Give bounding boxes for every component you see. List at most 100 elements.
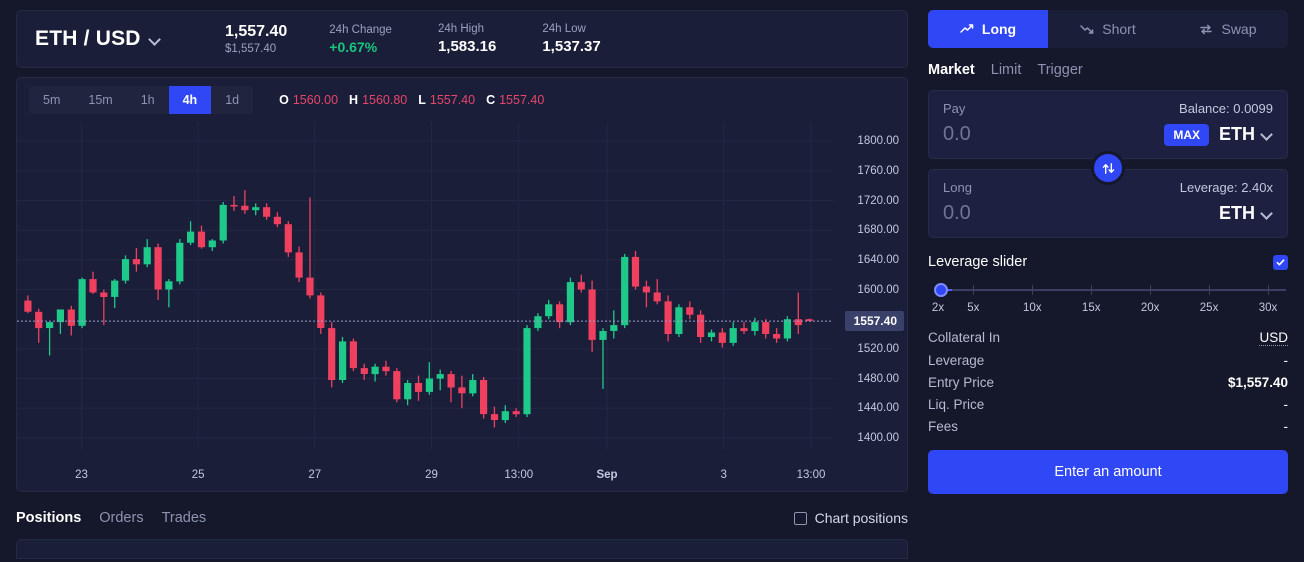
ohlc-readout: O 1560.00 H 1560.80 L 1557.40 C 1557.40 (279, 93, 544, 107)
side-tab-label: Swap (1221, 21, 1256, 37)
slider-tick-label: 20x (1141, 302, 1160, 314)
receive-label: Long (943, 180, 972, 195)
receive-input[interactable]: 0.0 (943, 202, 971, 225)
summary-key: Liq. Price (928, 397, 984, 412)
chevron-down-icon (1262, 129, 1273, 140)
price-axis-tick: 1680.00 (857, 224, 899, 236)
max-button[interactable]: MAX (1164, 124, 1209, 146)
receive-leverage: Leverage: 2.40x (1180, 180, 1273, 195)
summary-value: - (1284, 353, 1289, 368)
pay-box: Pay Balance: 0.0099 0.0 MAX ETH (928, 90, 1288, 159)
high-value: 1,583.16 (438, 38, 496, 55)
timeframe-1d[interactable]: 1d (211, 86, 253, 114)
last-price-value: 1,557.40 (225, 23, 287, 41)
summary-value: - (1284, 419, 1289, 434)
ohlc-low-key: L (418, 93, 426, 107)
side-tab-long[interactable]: Long (928, 10, 1048, 48)
summary-key: Leverage (928, 353, 984, 368)
bottom-tab-trades[interactable]: Trades (162, 510, 207, 526)
chart-card: 5m15m1h4h1d O 1560.00 H 1560.80 L 1557.4… (16, 77, 908, 492)
chart-positions-label: Chart positions (815, 510, 908, 526)
chart-positions-checkbox[interactable] (794, 512, 807, 525)
stat-24h-change: 24h Change +0.67% (329, 24, 392, 55)
price-axis-tick: 1760.00 (857, 165, 899, 177)
summary-key: Collateral In (928, 330, 1000, 345)
swap-horizontal-icon (1199, 23, 1213, 36)
order-type-limit[interactable]: Limit (991, 62, 1022, 78)
time-axis-tick: 29 (425, 469, 438, 481)
order-type-trigger[interactable]: Trigger (1037, 62, 1082, 78)
last-price-usd: $1,557.40 (225, 43, 287, 55)
pair-selector[interactable]: ETH / USD (35, 27, 225, 51)
positions-toolbar: Positions Orders Trades Chart positions (16, 503, 908, 533)
positions-table (16, 539, 908, 559)
trading-app: ETH / USD 1,557.40 $1,557.40 24h Change … (0, 0, 1304, 562)
ohlc-open-value: 1560.00 (293, 93, 338, 107)
ohlc-close-value: 1557.40 (499, 93, 544, 107)
chevron-down-icon (150, 34, 161, 45)
price-axis-tick: 1800.00 (857, 135, 899, 147)
slider-tick (1032, 285, 1033, 295)
price-axis-tick: 1520.00 (857, 343, 899, 355)
ohlc-high-value: 1560.80 (362, 93, 407, 107)
change-label: 24h Change (329, 24, 392, 36)
low-value: 1,537.37 (542, 38, 600, 55)
summary-value: $1,557.40 (1228, 375, 1288, 390)
slider-tick-label: 2x (932, 302, 944, 314)
summary-row: Collateral In USD (928, 326, 1288, 349)
swap-direction-button[interactable] (1091, 151, 1125, 185)
slider-tick (1268, 285, 1269, 295)
timeframe-15m[interactable]: 15m (74, 86, 126, 114)
bottom-tab-group: Positions Orders Trades (16, 510, 206, 526)
time-axis-tick: 13:00 (504, 469, 533, 481)
receive-box: Long Leverage: 2.40x 0.0 ETH (928, 169, 1288, 238)
summary-key: Fees (928, 419, 958, 434)
slider-track (938, 289, 1286, 291)
slider-tick-label: 10x (1023, 302, 1042, 314)
pay-label: Pay (943, 101, 965, 116)
pay-balance: Balance: 0.0099 (1179, 101, 1273, 116)
slider-tick (973, 285, 974, 295)
price-axis-tick: 1440.00 (857, 402, 899, 414)
pay-token-selector[interactable]: ETH (1219, 124, 1273, 145)
time-axis: 2325272913:00Sep313:00 (17, 469, 835, 485)
side-tab-swap[interactable]: Swap (1168, 10, 1288, 48)
candlestick-svg (17, 122, 905, 491)
receive-token-label: ETH (1219, 203, 1255, 224)
swap-vertical-icon (1101, 161, 1116, 176)
summary-value[interactable]: USD (1259, 330, 1288, 346)
side-tab-short[interactable]: Short (1048, 10, 1168, 48)
leverage-slider-header: Leverage slider (928, 254, 1288, 270)
slider-tick-label: 5x (967, 302, 979, 314)
slider-tick-label: 30x (1259, 302, 1278, 314)
summary-row: Fees - (928, 415, 1288, 437)
bottom-tab-positions[interactable]: Positions (16, 510, 81, 526)
trend-down-icon (1080, 23, 1094, 36)
pair-name: ETH / USD (35, 27, 141, 51)
timeframe-4h[interactable]: 4h (169, 86, 212, 114)
timeframe-1h[interactable]: 1h (127, 86, 169, 114)
leverage-slider[interactable]: 2x5x10x15x20x25x30x (928, 284, 1288, 318)
submit-order-button[interactable]: Enter an amount (928, 450, 1288, 494)
ohlc-high-key: H (349, 93, 358, 107)
price-axis: 1800.001760.001720.001680.001640.001600.… (835, 122, 907, 491)
slider-knob[interactable] (934, 283, 948, 297)
price-axis-tick: 1600.00 (857, 284, 899, 296)
receive-token-selector[interactable]: ETH (1219, 203, 1273, 224)
stat-24h-high: 24h High 1,583.16 (438, 23, 496, 55)
pay-input[interactable]: 0.0 (943, 123, 971, 146)
order-summary: Collateral InUSDLeverage-Entry Price$1,5… (928, 326, 1288, 437)
order-type-market[interactable]: Market (928, 62, 975, 78)
candlestick-plot[interactable]: 1800.001760.001720.001680.001640.001600.… (17, 122, 907, 491)
ohlc-close-key: C (486, 93, 495, 107)
slider-tick (1091, 285, 1092, 295)
timeframe-group: 5m15m1h4h1d (29, 86, 253, 114)
chart-positions-toggle[interactable]: Chart positions (794, 510, 908, 526)
leverage-slider-checkbox[interactable] (1273, 255, 1288, 270)
time-axis-tick: 25 (192, 469, 205, 481)
bottom-tab-orders[interactable]: Orders (99, 510, 143, 526)
low-label: 24h Low (542, 23, 600, 35)
last-price: 1,557.40 $1,557.40 (225, 23, 287, 55)
price-axis-tick: 1640.00 (857, 254, 899, 266)
timeframe-5m[interactable]: 5m (29, 86, 74, 114)
